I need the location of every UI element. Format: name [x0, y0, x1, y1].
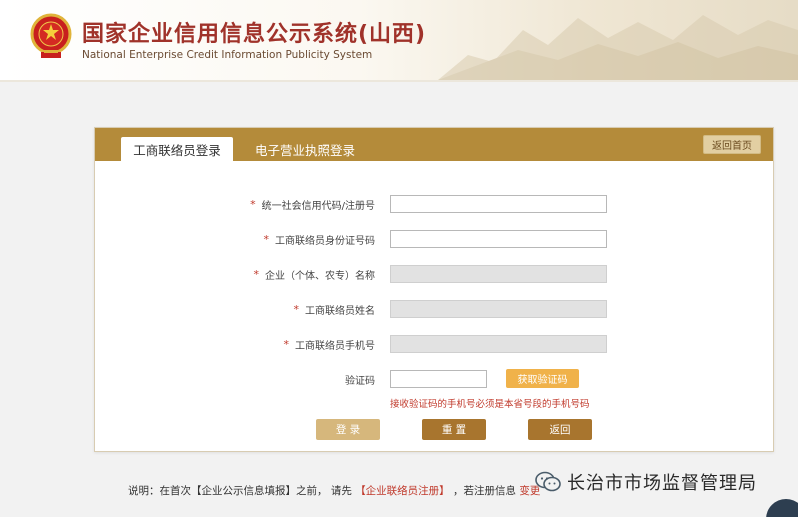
get-code-button[interactable]: 获取验证码: [506, 369, 579, 388]
corner-badge: [766, 499, 798, 517]
liaison-name-input: [390, 300, 607, 318]
phone-label-text: 工商联络员手机号: [295, 340, 375, 352]
back-home-button[interactable]: 返回首页: [703, 135, 761, 154]
mountain-backdrop: [438, 15, 798, 80]
liaison-name-label: * 工商联络员姓名: [294, 300, 376, 318]
liaison-name-label-text: 工商联络员姓名: [305, 305, 375, 317]
tab-e-license-login[interactable]: 电子营业执照登录: [245, 137, 365, 161]
required-mark: *: [263, 232, 270, 246]
required-mark: *: [253, 267, 260, 281]
back-button[interactable]: 返回: [528, 419, 592, 440]
id-number-input[interactable]: [390, 230, 607, 248]
company-name-label-text: 企业（个体、农专）名称: [265, 270, 375, 282]
phone-input: [390, 335, 607, 353]
login-button[interactable]: 登 录: [316, 419, 380, 440]
header-divider: [0, 80, 798, 82]
phone-label: * 工商联络员手机号: [284, 335, 376, 353]
id-number-label-text: 工商联络员身份证号码: [275, 235, 375, 247]
site-title: 国家企业信用信息公示系统(山西): [82, 22, 427, 47]
credit-code-input[interactable]: [390, 195, 607, 213]
note-middle: ，若注册信息: [453, 485, 517, 497]
tab-liaison-login[interactable]: 工商联络员登录: [121, 137, 233, 161]
credit-code-label-text: 统一社会信用代码/注册号: [261, 200, 375, 212]
site-header: 国家企业信用信息公示系统(山西) National Enterprise Cre…: [0, 0, 798, 80]
watermark-text: 长治市市场监督管理局: [567, 473, 757, 494]
wechat-icon: [535, 471, 561, 492]
required-mark: *: [293, 302, 300, 316]
watermark: 长治市市场监督管理局: [535, 469, 757, 495]
code-label: 验证码: [345, 370, 375, 388]
note-prefix: 说明：在首次【企业公示信息填报】之前， 请先: [128, 485, 352, 497]
id-number-label: * 工商联络员身份证号码: [264, 230, 376, 248]
site-subtitle: National Enterprise Credit Information P…: [82, 49, 373, 61]
national-emblem-icon: [30, 13, 72, 58]
company-name-label: * 企业（个体、农专）名称: [254, 265, 376, 283]
code-label-text: 验证码: [345, 375, 375, 387]
required-mark: *: [283, 337, 290, 351]
tab-bar: 工商联络员登录 电子营业执照登录 返回首页: [95, 128, 773, 161]
company-name-input: [390, 265, 607, 283]
footer-note: 说明：在首次【企业公示信息填报】之前， 请先 【企业联络员注册】 ，若注册信息 …: [128, 483, 540, 498]
login-panel: 工商联络员登录 电子营业执照登录 返回首页 * 统一社会信用代码/注册号 * 工…: [94, 127, 774, 452]
register-link[interactable]: 【企业联络员注册】: [355, 485, 450, 497]
phone-hint: 接收验证码的手机号必须是本省号段的手机号码: [390, 399, 590, 410]
reset-button[interactable]: 重 置: [422, 419, 486, 440]
credit-code-label: * 统一社会信用代码/注册号: [250, 195, 375, 213]
code-input[interactable]: [390, 370, 487, 388]
required-mark: *: [250, 197, 256, 211]
